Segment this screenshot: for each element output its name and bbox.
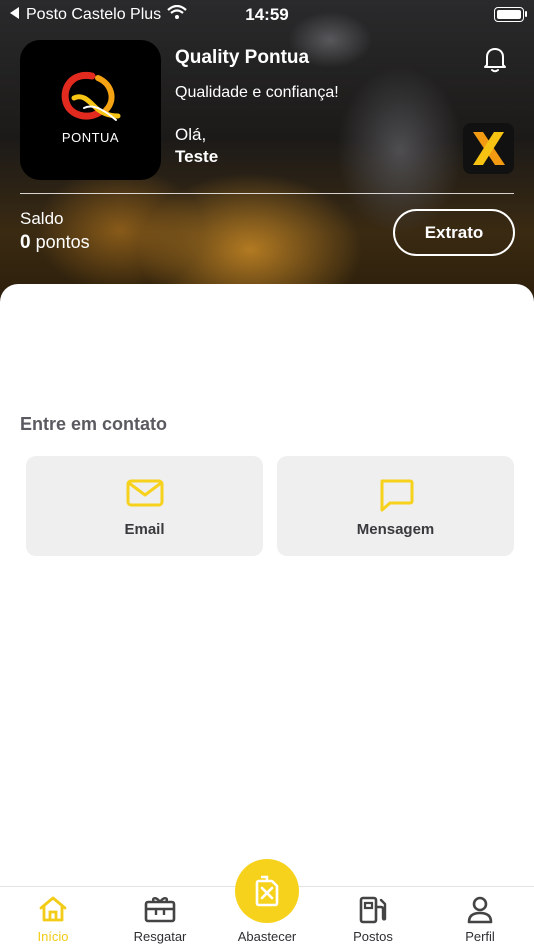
brand-subtitle: Qualidade e confiança!	[175, 84, 339, 101]
tab-resgatar-label: Resgatar	[133, 929, 187, 944]
tab-perfil[interactable]: Perfil	[435, 887, 525, 951]
brand-title: Quality Pontua	[175, 47, 310, 68]
partner-app-button[interactable]	[463, 123, 514, 174]
fuel-can-icon	[255, 875, 279, 907]
tab-inicio[interactable]: Início	[8, 887, 98, 951]
tab-postos-label: Postos	[353, 929, 393, 944]
battery-icon	[494, 7, 527, 22]
gas-station-icon	[328, 895, 418, 925]
user-name: Teste	[175, 147, 219, 166]
balance-number: 0	[20, 232, 31, 253]
gift-card-icon	[115, 895, 205, 923]
bell-icon	[484, 48, 506, 73]
brand-logo: PONTUA	[20, 40, 161, 180]
notifications-button[interactable]	[482, 45, 508, 78]
logo-text: PONTUA	[61, 130, 120, 145]
status-time: 14:59	[245, 5, 289, 24]
greeting: Olá,	[175, 125, 207, 144]
tab-abastecer-label: Abastecer	[237, 929, 297, 944]
message-label: Mensagem	[356, 521, 435, 538]
message-contact-card[interactable]: Mensagem	[277, 456, 514, 556]
tab-postos[interactable]: Postos	[328, 887, 418, 951]
home-icon	[8, 895, 98, 923]
mail-icon	[26, 478, 263, 508]
balance-unit: pontos	[35, 232, 90, 252]
contact-section-title: Entre em contato	[20, 414, 168, 434]
tab-resgatar[interactable]: Resgatar	[115, 887, 205, 951]
balance-label: Saldo	[20, 209, 64, 228]
user-icon	[435, 895, 525, 925]
status-bar: Posto Castelo Plus 14:59	[0, 0, 534, 28]
header-divider	[20, 193, 514, 194]
message-icon	[277, 478, 514, 512]
tab-perfil-label: Perfil	[465, 929, 495, 944]
statement-button[interactable]: Extrato	[393, 209, 515, 256]
balance-value: 0 pontos	[20, 232, 90, 254]
email-label: Email	[124, 521, 165, 538]
q-logo-icon	[61, 71, 121, 121]
content-sheet	[0, 284, 534, 950]
x-logo-icon	[473, 132, 505, 165]
tab-inicio-label: Início	[37, 929, 69, 944]
email-contact-card[interactable]: Email	[26, 456, 263, 556]
refuel-button[interactable]	[235, 859, 299, 923]
